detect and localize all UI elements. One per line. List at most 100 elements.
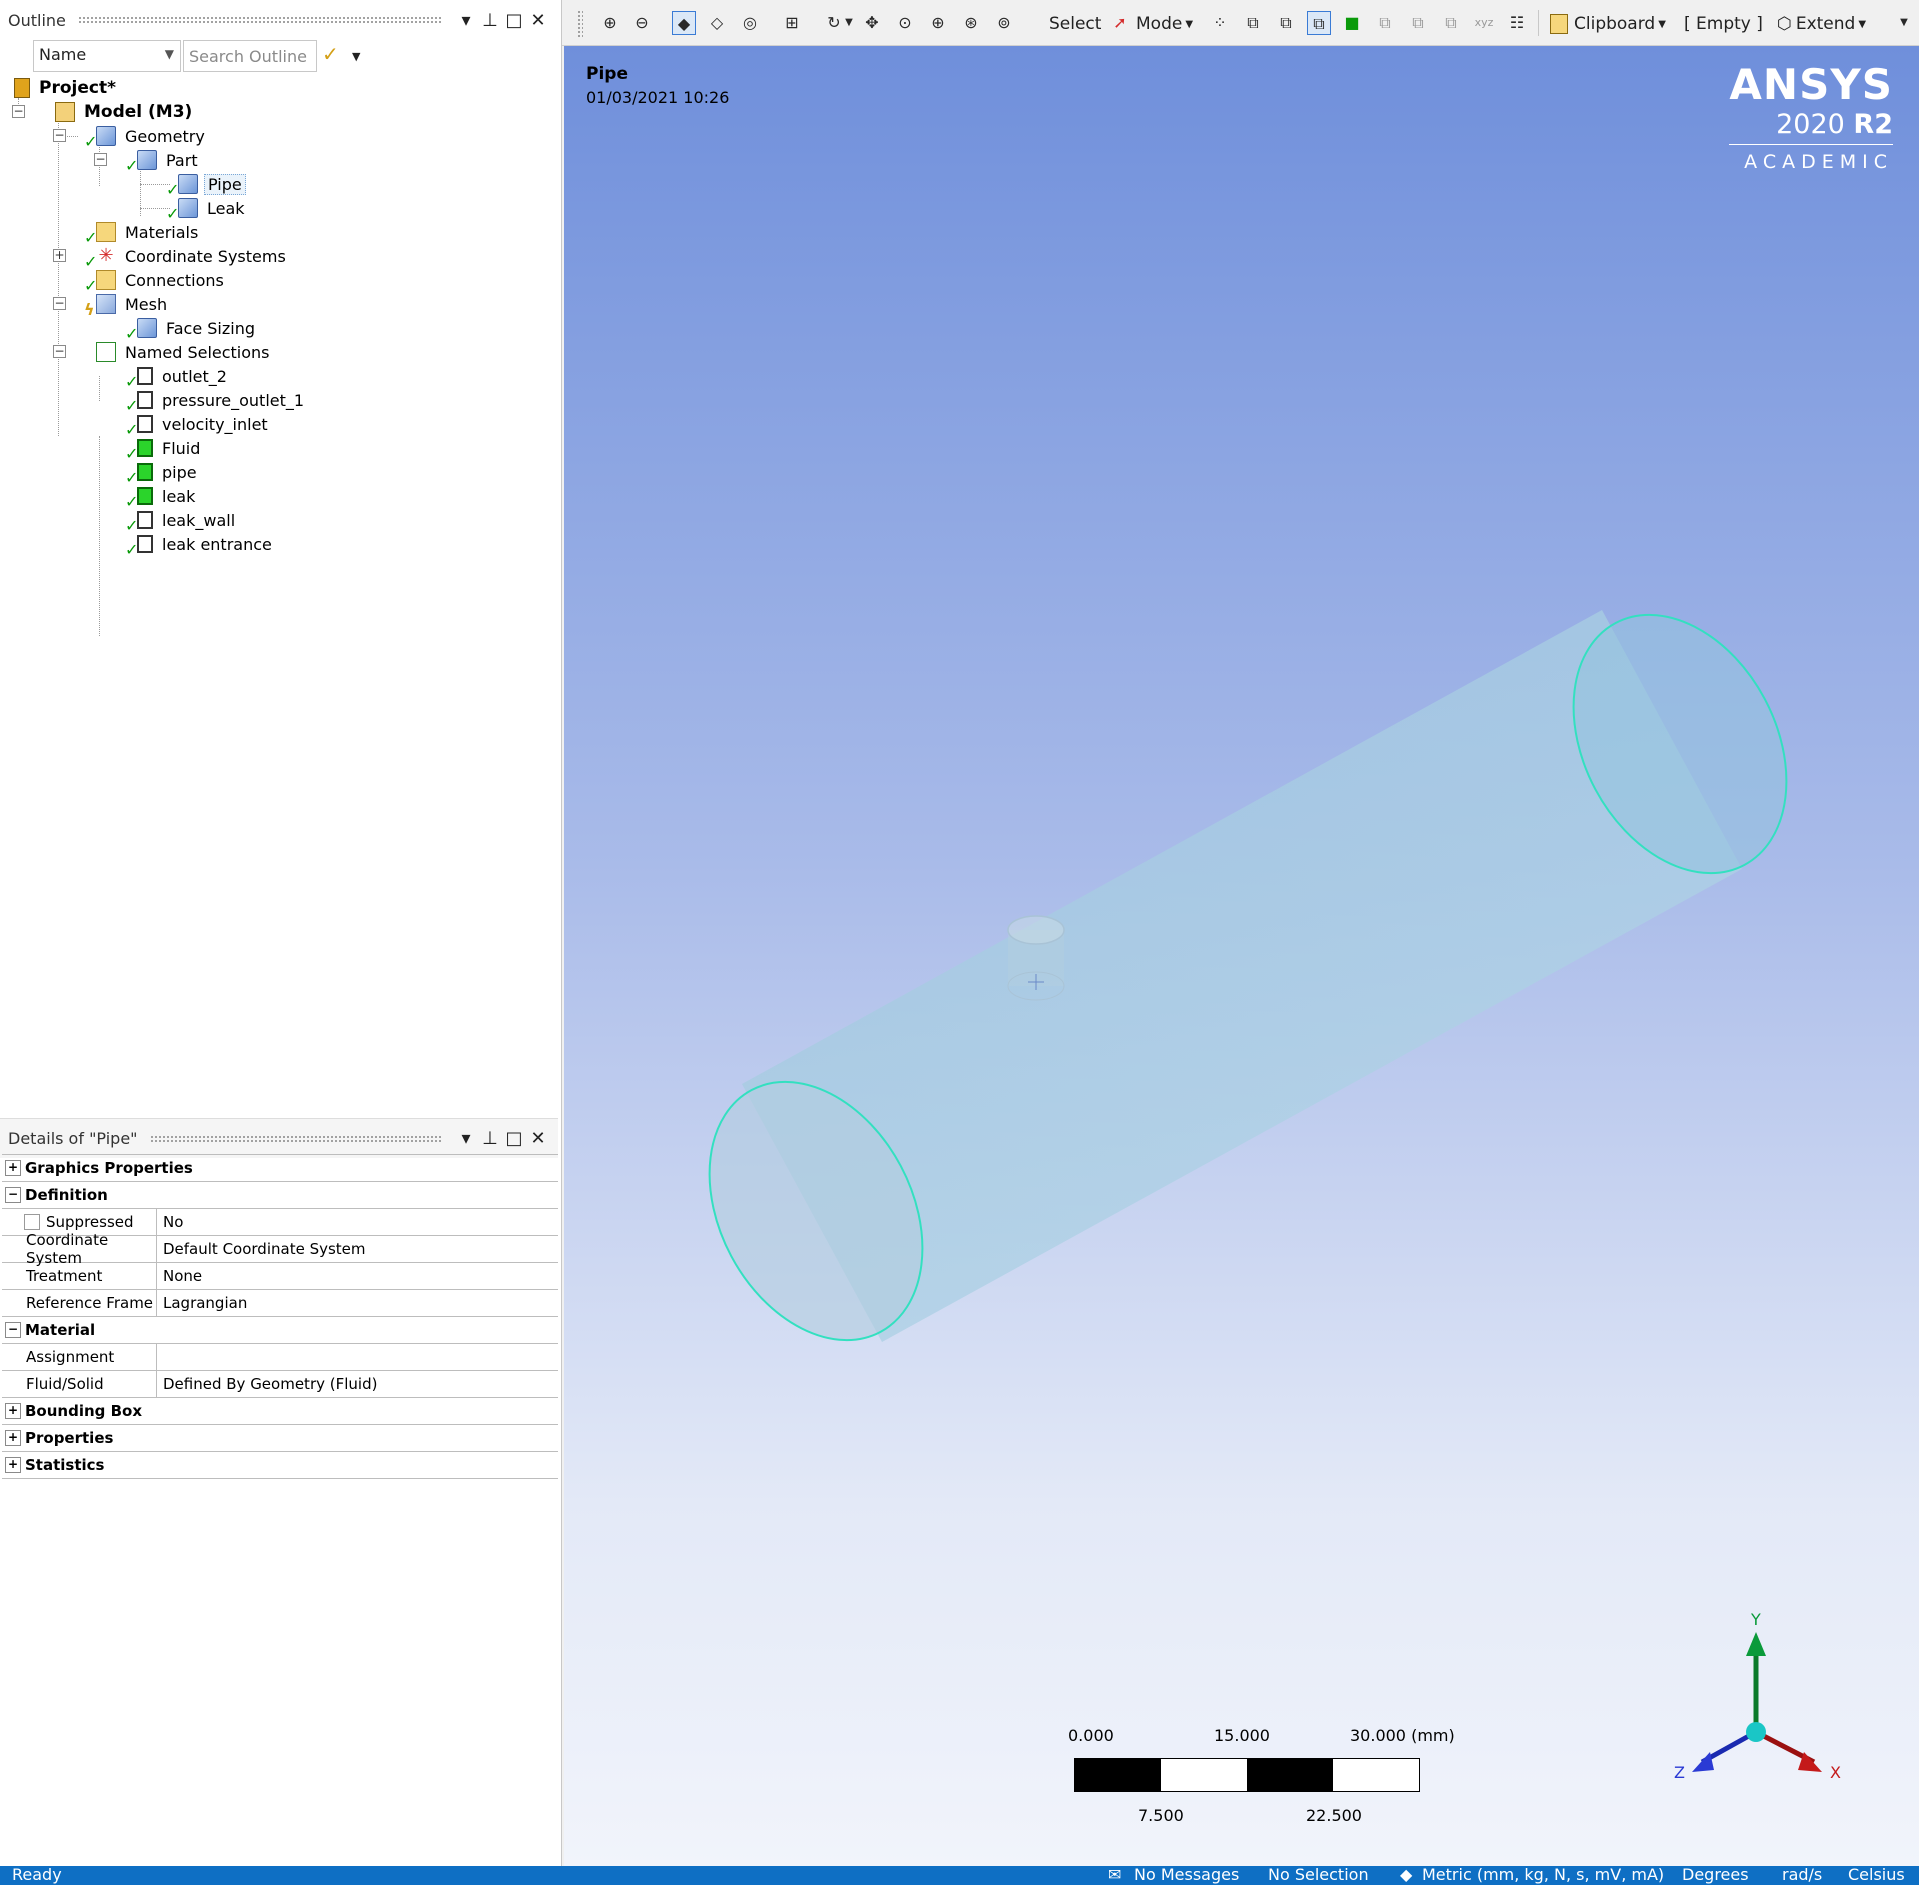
expand-coordinate-systems-toggle[interactable]: +: [53, 249, 66, 262]
select-face-icon[interactable]: ⧉: [1274, 11, 1298, 35]
tree-ns-item[interactable]: ✓ leak_wall: [125, 508, 238, 536]
row-value[interactable]: Defined By Geometry (Fluid): [157, 1375, 377, 1393]
filter-dropdown-icon[interactable]: ▼: [352, 50, 360, 63]
collapse-icon[interactable]: −: [5, 1187, 21, 1203]
row-value[interactable]: Default Coordinate System: [157, 1240, 366, 1258]
row-assignment[interactable]: Assignment: [2, 1344, 558, 1371]
pane-menu-icon[interactable]: ▾: [454, 1128, 478, 1149]
messages-icon[interactable]: ✉: [1108, 1866, 1121, 1884]
cursor-icon[interactable]: ➚: [1108, 11, 1132, 35]
toolbar-grip[interactable]: [577, 10, 583, 38]
tree-ns-item[interactable]: ✓ outlet_2: [125, 364, 230, 392]
select-node-icon[interactable]: ■: [1340, 11, 1364, 35]
label-icon[interactable]: ☷: [1505, 11, 1529, 35]
tree-ns-item[interactable]: ✓ leak entrance: [125, 532, 275, 560]
maximize-icon[interactable]: □: [502, 1128, 526, 1149]
pan-icon[interactable]: ✥: [860, 11, 884, 35]
category-properties[interactable]: + Properties: [2, 1425, 558, 1452]
tree-model[interactable]: Model (M3): [55, 100, 195, 124]
select-element-icon[interactable]: ⧉: [1406, 11, 1430, 35]
expand-icon[interactable]: +: [5, 1403, 21, 1419]
select-button[interactable]: Select: [1049, 10, 1101, 38]
tree-part[interactable]: ✓ Part: [125, 148, 201, 175]
select-mesh-icon[interactable]: ⧉: [1439, 11, 1463, 35]
tree-ns-item[interactable]: ✓ pressure_outlet_1: [125, 388, 307, 416]
tree-mesh[interactable]: ϟ Mesh: [84, 292, 170, 319]
status-messages[interactable]: No Messages: [1134, 1866, 1239, 1884]
thicken-annotations-icon[interactable]: ⊞: [780, 11, 804, 35]
zoom-icon[interactable]: ⊙: [893, 11, 917, 35]
zoom-out-icon[interactable]: ⊖: [630, 11, 654, 35]
shaded-view-icon[interactable]: ◆: [672, 11, 696, 35]
select-vertex-icon[interactable]: ⁘: [1208, 11, 1232, 35]
row-value[interactable]: Lagrangian: [157, 1294, 247, 1312]
collapse-mesh-toggle[interactable]: −: [53, 297, 66, 310]
row-coordinate-system[interactable]: Coordinate System Default Coordinate Sys…: [2, 1231, 558, 1267]
wireframe-view-icon[interactable]: ◇: [705, 11, 729, 35]
tree-ns-item[interactable]: ✓ Fluid: [125, 436, 203, 464]
pin-icon[interactable]: ⊥: [478, 1128, 502, 1149]
status-angle[interactable]: Degrees: [1682, 1866, 1749, 1884]
graphics-viewport[interactable]: Pipe 01/03/2021 10:26 ANSYS 2020 R2 ACAD…: [564, 46, 1919, 1866]
category-graphics-properties[interactable]: + Graphics Properties: [2, 1155, 558, 1182]
box-zoom-icon[interactable]: ⊕: [926, 11, 950, 35]
tree-coordinate-systems[interactable]: ✓ ✳ Coordinate Systems: [84, 244, 289, 272]
row-value[interactable]: None: [157, 1267, 202, 1285]
category-bounding-box[interactable]: + Bounding Box: [2, 1398, 558, 1425]
clipboard-dropdown[interactable]: Clipboard ▼: [1550, 10, 1666, 38]
row-value[interactable]: No: [157, 1213, 183, 1231]
tree-named-selections[interactable]: Named Selections: [96, 340, 273, 364]
collapse-part-toggle[interactable]: −: [94, 153, 107, 166]
outline-grip[interactable]: [77, 16, 442, 24]
toolbar-overflow-icon[interactable]: ▼: [1895, 11, 1913, 35]
zoom-to-fit-icon[interactable]: ⊛: [959, 11, 983, 35]
expand-icon[interactable]: +: [5, 1457, 21, 1473]
close-icon[interactable]: ✕: [526, 1128, 550, 1149]
details-grip[interactable]: [149, 1134, 442, 1143]
tree-ns-item[interactable]: ✓ leak: [125, 484, 198, 512]
collapse-named-selections-toggle[interactable]: −: [53, 345, 66, 358]
tree-materials[interactable]: ✓ Materials: [84, 220, 201, 247]
category-material[interactable]: − Material: [2, 1317, 558, 1344]
search-outline-input[interactable]: [183, 40, 317, 72]
select-element-face-icon[interactable]: ⧉: [1373, 11, 1397, 35]
category-definition[interactable]: − Definition: [2, 1182, 558, 1209]
select-edge-icon[interactable]: ⧉: [1241, 11, 1265, 35]
tree-leak[interactable]: ✓ Leak: [166, 196, 248, 223]
collapse-icon[interactable]: −: [5, 1322, 21, 1338]
coordinate-icon[interactable]: xyz: [1472, 11, 1496, 35]
status-units[interactable]: Metric (mm, kg, N, s, mV, mA): [1422, 1866, 1664, 1884]
rotate-dropdown-icon[interactable]: ▼: [842, 11, 856, 35]
suppressed-checkbox[interactable]: [24, 1214, 40, 1230]
select-body-icon[interactable]: ⧉: [1307, 11, 1331, 35]
tree-face-sizing[interactable]: ✓ Face Sizing: [125, 316, 258, 343]
name-filter-select[interactable]: Name ▼: [33, 40, 181, 72]
pipe-model[interactable]: [564, 46, 1919, 1546]
show-edges-icon[interactable]: ◎: [738, 11, 762, 35]
extend-dropdown[interactable]: ⬡ Extend ▼: [1777, 10, 1866, 38]
collapse-geometry-toggle[interactable]: −: [53, 129, 66, 142]
row-treatment[interactable]: Treatment None: [2, 1263, 558, 1290]
expand-icon[interactable]: +: [5, 1160, 21, 1176]
row-reference-frame[interactable]: Reference Frame Lagrangian: [2, 1290, 558, 1317]
tree-connections[interactable]: ✓ Connections: [84, 268, 227, 295]
tree-project[interactable]: Project*: [14, 76, 119, 100]
pane-menu-icon[interactable]: ▾: [454, 10, 478, 31]
tree-ns-item[interactable]: ✓ velocity_inlet: [125, 412, 271, 440]
category-statistics[interactable]: + Statistics: [2, 1452, 558, 1479]
zoom-in-icon[interactable]: ⊕: [598, 11, 622, 35]
filter-check-icon[interactable]: ✓: [322, 42, 339, 66]
tree-ns-item[interactable]: ✓ pipe: [125, 460, 200, 488]
mode-dropdown[interactable]: Mode ▼: [1136, 10, 1193, 38]
close-icon[interactable]: ✕: [526, 10, 550, 31]
maximize-icon[interactable]: □: [502, 10, 526, 31]
tree-geometry[interactable]: ✓ Geometry: [84, 124, 208, 151]
tree-pipe[interactable]: ✓ Pipe: [166, 172, 246, 199]
axis-triad[interactable]: Y X Z: [1654, 1606, 1854, 1806]
collapse-model-toggle[interactable]: −: [12, 105, 25, 118]
pin-icon[interactable]: ⊥: [478, 10, 502, 31]
magnifier-icon[interactable]: ⊚: [992, 11, 1016, 35]
expand-icon[interactable]: +: [5, 1430, 21, 1446]
status-temp[interactable]: Celsius: [1848, 1866, 1905, 1884]
row-fluid-solid[interactable]: Fluid/Solid Defined By Geometry (Fluid): [2, 1371, 558, 1398]
